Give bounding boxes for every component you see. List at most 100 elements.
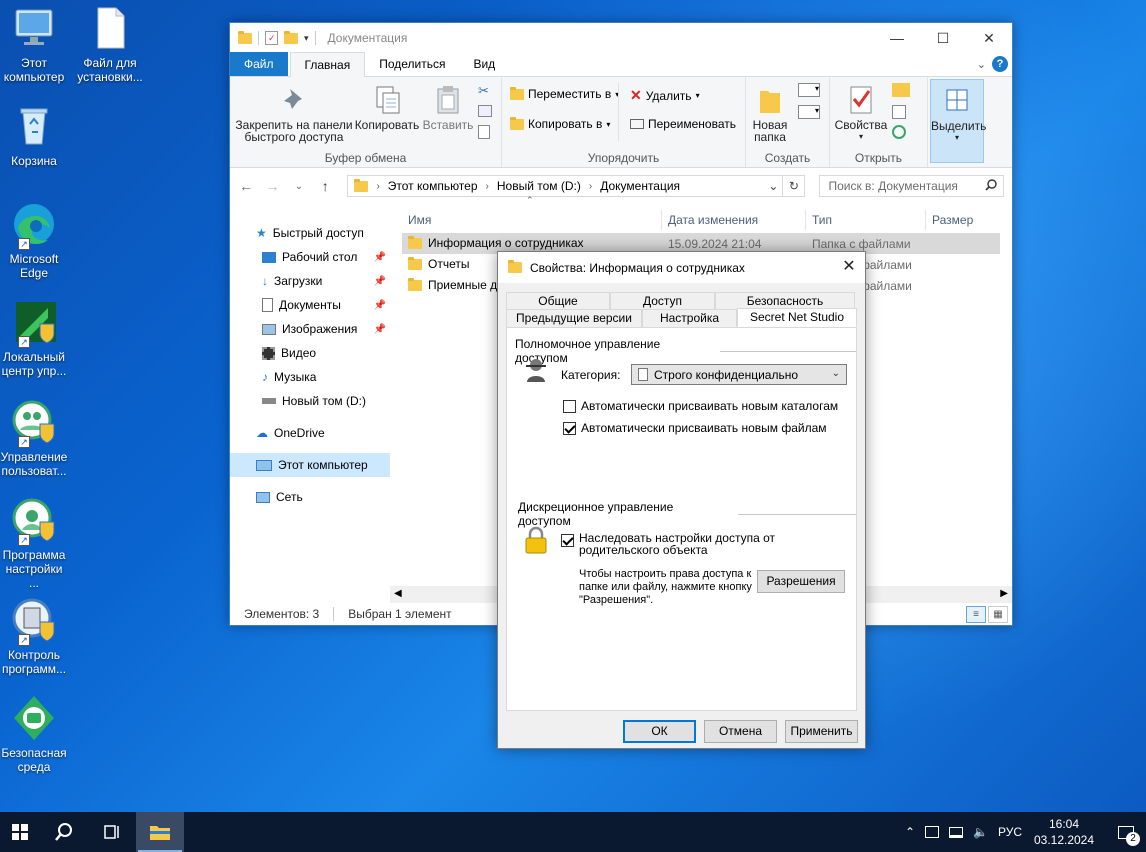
help-icon[interactable]: ? (992, 56, 1008, 72)
category-select[interactable]: Строго конфиденциально ⌄ (631, 364, 847, 385)
notifications-button[interactable]: 2 (1106, 812, 1146, 852)
select-button[interactable]: Выделить ▾ (930, 79, 986, 163)
address-dropdown-icon[interactable]: ⌄ (768, 176, 778, 196)
copy-path-icon[interactable] (478, 105, 492, 117)
select-icon (941, 84, 973, 116)
new-item-icon[interactable]: ▾ (798, 83, 820, 97)
open-icon[interactable] (892, 83, 910, 97)
desktop-icon-secure-environment[interactable]: Безопасная среда (0, 694, 68, 774)
close-button[interactable]: ✕ (966, 23, 1012, 53)
ok-button[interactable]: ОК (623, 720, 696, 743)
new-folder-button[interactable]: Новая папка (750, 83, 790, 143)
cancel-button[interactable]: Отмена (704, 720, 777, 743)
tab-sharing[interactable]: Доступ (610, 292, 715, 310)
breadcrumb-this-pc[interactable]: Этот компьютер (388, 179, 478, 193)
drive-icon (262, 398, 276, 404)
tab-file[interactable]: Файл (230, 52, 288, 76)
nav-new-volume[interactable]: Новый том (D:) (230, 389, 390, 413)
nav-music[interactable]: ♪ Музыка (230, 365, 390, 389)
search-button[interactable] (40, 812, 88, 852)
breadcrumb-new-volume[interactable]: Новый том (D:) (497, 179, 581, 193)
up-icon[interactable]: ↑ (317, 178, 333, 194)
nav-video[interactable]: Видео (230, 341, 390, 365)
copy-folder-icon (510, 116, 524, 130)
nav-network[interactable]: Сеть (230, 485, 390, 509)
desktop-icon-user-management[interactable]: ↗ Управление пользоват... (0, 398, 68, 478)
inherit-access-checkbox[interactable]: Наследовать настройки доступа от родител… (561, 532, 843, 556)
clock[interactable]: 16:04 03.12.2024 (1032, 816, 1096, 848)
rename-icon (630, 119, 644, 129)
pin-quick-access-button[interactable]: Закрепить на панели быстрого доступа (234, 83, 354, 143)
desktop-icon-local-control-center[interactable]: ↗ Локальный центр упр... (0, 298, 68, 378)
new-folder-qat-icon[interactable] (284, 30, 298, 44)
volume-icon[interactable]: 🔈 (973, 825, 988, 839)
nav-desktop[interactable]: Рабочий стол 📌 (230, 245, 390, 269)
auto-assign-files-checkbox[interactable]: Автоматически присваивать новым файлам (563, 422, 827, 435)
properties-button[interactable]: Свойства ▾ (832, 83, 890, 143)
desktop-icon-program-control[interactable]: ↗ Контроль программ... (0, 596, 68, 676)
nav-documents[interactable]: Документы 📌 (230, 293, 390, 317)
nav-quick-access[interactable]: ★ Быстрый доступ (230, 221, 390, 245)
desktop-icon-edge[interactable]: ↗ Microsoft Edge (0, 200, 68, 280)
properties-icon (845, 83, 877, 115)
nav-this-pc[interactable]: Этот компьютер (230, 453, 390, 477)
close-icon[interactable]: ✕ (833, 252, 865, 282)
chevron-up-icon[interactable]: ⌃ (905, 825, 915, 839)
rename-button[interactable]: Переименовать (630, 117, 736, 131)
secret-net-studio-panel: Полномочное управление доступом Категори… (506, 327, 857, 711)
copy-button[interactable]: Копировать (354, 83, 420, 131)
tab-general[interactable]: Общие (506, 292, 610, 310)
taskbar-file-explorer[interactable] (136, 812, 184, 852)
scroll-right-icon[interactable]: ▶ (1000, 588, 1008, 599)
column-name[interactable]: Имя (402, 210, 662, 230)
search-input[interactable]: Поиск в: Документация (819, 175, 1004, 197)
language-indicator[interactable]: РУС (998, 825, 1022, 839)
start-button[interactable] (0, 812, 40, 852)
tab-view[interactable]: Вид (459, 52, 509, 76)
desktop-icon-recycle-bin[interactable]: Корзина (0, 102, 68, 168)
paste-button[interactable]: Вставить (420, 83, 476, 131)
copy-to-button[interactable]: Копировать в ▾ (510, 116, 610, 131)
qat-dropdown-icon[interactable]: ▾ (304, 33, 309, 44)
scroll-left-icon[interactable]: ◀ (394, 588, 402, 599)
refresh-icon[interactable]: ↻ (782, 176, 804, 196)
desktop-icon-setup-program[interactable]: ↗ Программа настройки ... (0, 496, 68, 590)
chevron-down-icon[interactable]: ⌄ (977, 58, 986, 71)
details-view-icon[interactable]: ≡ (966, 606, 986, 623)
secret-net-tray-icon[interactable] (925, 826, 940, 838)
desktop-icon-install-file[interactable]: Файл для установки... (76, 4, 144, 84)
nav-pictures[interactable]: Изображения 📌 (230, 317, 390, 341)
network-tray-icon[interactable] (949, 826, 964, 838)
delete-button[interactable]: ✕ Удалить ▾ (630, 87, 700, 104)
tab-previous-versions[interactable]: Предыдущие версии (506, 309, 642, 327)
forward-icon[interactable]: → (264, 178, 280, 194)
nav-downloads[interactable]: ↓ Загрузки 📌 (230, 269, 390, 293)
breadcrumb-documentation[interactable]: Документация (600, 179, 680, 193)
column-date[interactable]: Дата изменения (662, 210, 806, 230)
tab-secret-net-studio[interactable]: Secret Net Studio (737, 308, 857, 327)
nav-onedrive[interactable]: ☁ OneDrive (230, 421, 390, 445)
tab-customize[interactable]: Настройка (642, 309, 737, 327)
recent-dropdown-icon[interactable]: ⌄ (291, 181, 307, 192)
maximize-button[interactable]: ☐ (920, 23, 966, 53)
history-icon[interactable] (892, 125, 906, 139)
auto-assign-catalogs-checkbox[interactable]: Автоматически присваивать новым каталога… (563, 400, 838, 413)
column-type[interactable]: Тип (806, 210, 926, 230)
paste-shortcut-icon[interactable] (478, 125, 490, 139)
tab-home[interactable]: Главная (289, 52, 366, 77)
minimize-button[interactable]: — (874, 23, 920, 53)
tab-share[interactable]: Поделиться (365, 52, 459, 76)
easy-access-icon[interactable]: ▾ (798, 105, 820, 119)
apply-button[interactable]: Применить (785, 720, 858, 743)
permissions-button[interactable]: Разрешения (757, 570, 845, 593)
task-view-button[interactable] (88, 812, 136, 852)
desktop-icon-this-pc[interactable]: Этот компьютер (0, 4, 68, 84)
column-size[interactable]: Размер (926, 210, 1006, 230)
back-icon[interactable]: ← (238, 178, 254, 194)
cut-icon[interactable]: ✂ (478, 83, 489, 99)
large-icons-view-icon[interactable]: ▦ (988, 606, 1008, 623)
properties-qat-icon[interactable]: ✓ (265, 31, 278, 45)
edit-icon[interactable] (892, 105, 906, 119)
address-bar[interactable]: › Этот компьютер › Новый том (D:) › Доку… (347, 175, 806, 197)
move-to-button[interactable]: Переместить в▾ (510, 86, 619, 101)
